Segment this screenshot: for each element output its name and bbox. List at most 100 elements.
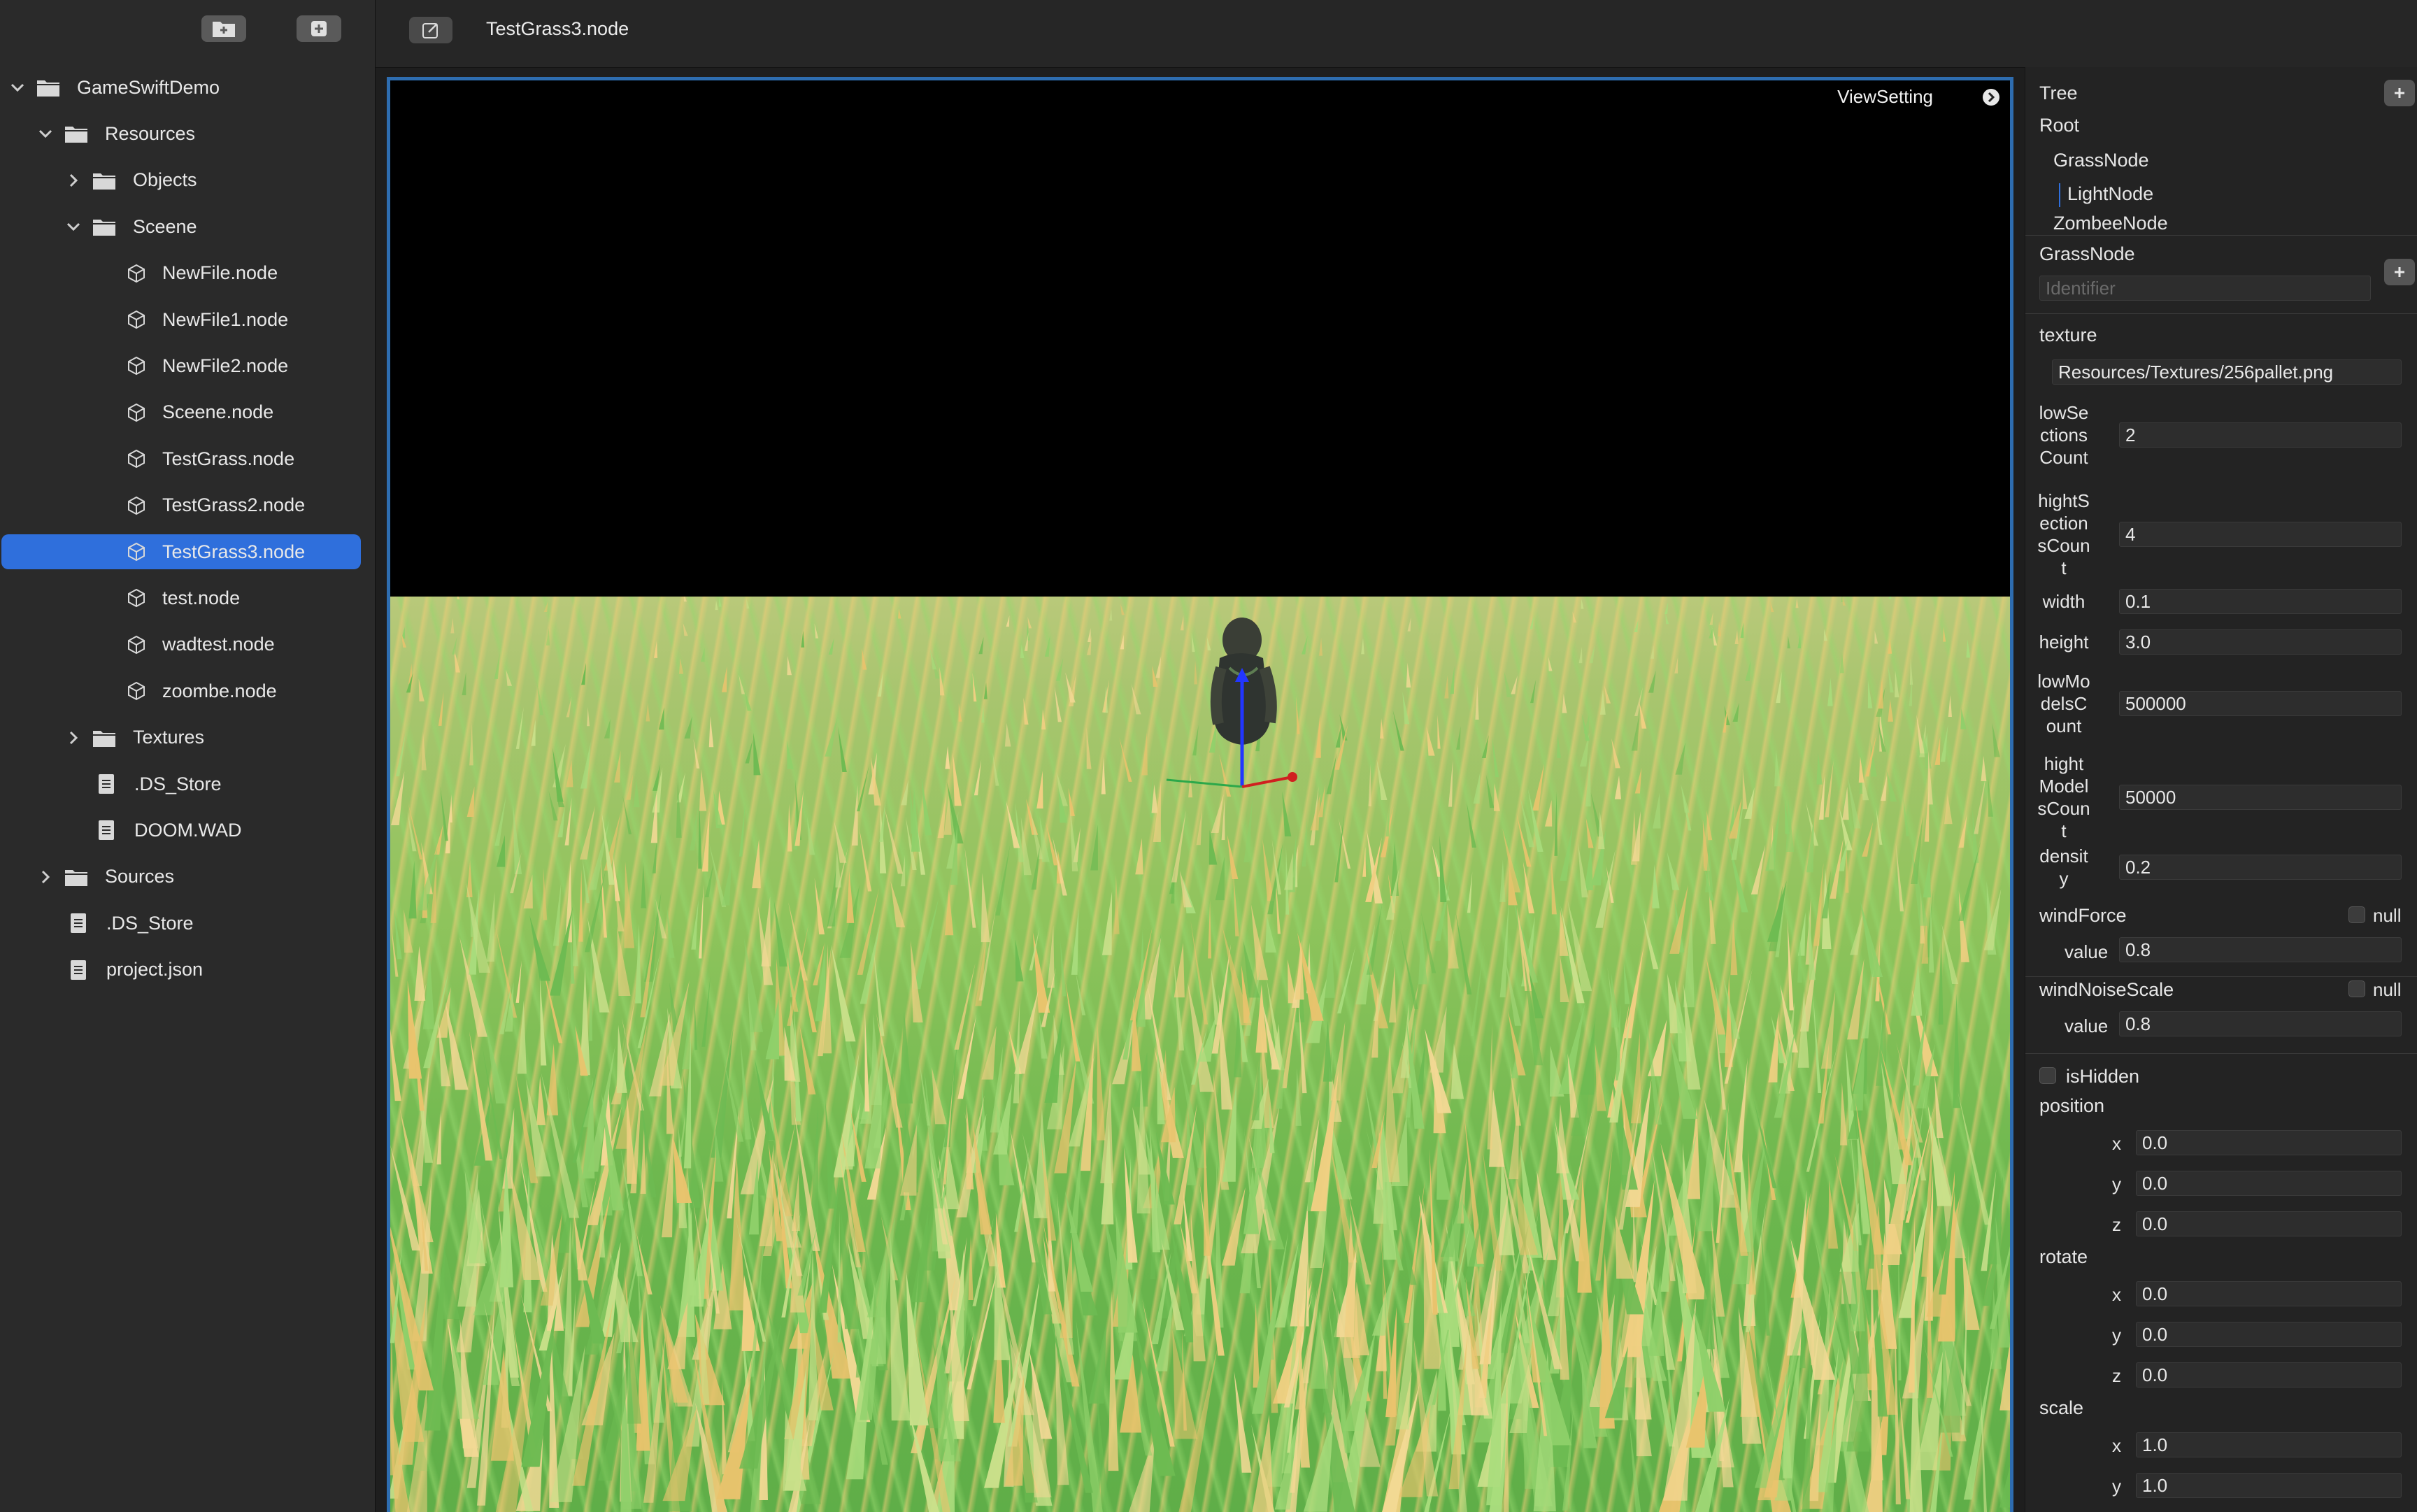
scale-label: scale	[2039, 1397, 2084, 1418]
chevron-down-icon[interactable]	[36, 124, 55, 143]
add-component-button[interactable]	[2384, 259, 2415, 285]
view-setting-control[interactable]: ViewSetting	[1837, 86, 2000, 108]
rotate-x-field[interactable]: 0.0	[2136, 1281, 2402, 1306]
grass-blade	[1055, 657, 1064, 681]
grass-blade	[1842, 597, 1846, 606]
chevron-right-icon[interactable]	[64, 729, 83, 747]
sidebar-file-row[interactable]: wadtest.node	[0, 627, 371, 662]
new-folder-button[interactable]	[201, 15, 246, 42]
identifier-field[interactable]: Identifier	[2039, 276, 2371, 301]
tree-node-grassnode[interactable]: GrassNode	[2053, 150, 2149, 171]
sidebar-item-label: NewFile.node	[162, 262, 278, 284]
grass-blade	[1963, 1347, 1995, 1500]
prop-value-field[interactable]: 500000	[2119, 691, 2402, 716]
chevron-down-icon[interactable]	[8, 78, 27, 97]
scale-x-field[interactable]: 1.0	[2136, 1432, 2402, 1457]
sidebar-folder-row[interactable]: Objects	[0, 163, 371, 198]
grass-blade	[587, 707, 590, 727]
grass-blade	[1774, 749, 1781, 787]
wind-force-value-field[interactable]: 0.8	[2119, 937, 2402, 962]
prop-value-field[interactable]: 0.1	[2119, 589, 2402, 614]
sidebar-file-row[interactable]: zoombe.node	[0, 673, 371, 708]
grass-blade	[1847, 776, 1861, 829]
sidebar-item-label: TestGrass.node	[162, 448, 295, 469]
grass-blade	[1060, 940, 1067, 997]
rotate-y-field[interactable]: 0.0	[2136, 1322, 2402, 1347]
axis-label-z: z	[2112, 1365, 2121, 1386]
grass-blade	[1334, 814, 1345, 883]
sidebar-folder-row[interactable]: Sources	[0, 860, 371, 894]
document-title: TestGrass3.node	[486, 18, 629, 39]
prop-value-field[interactable]: 4	[2119, 522, 2402, 547]
grass-blade	[1648, 670, 1656, 693]
grass-blade	[1595, 1145, 1613, 1281]
grass-blade	[1444, 675, 1449, 699]
prop-value-field[interactable]: 0.2	[2119, 855, 2402, 880]
sidebar-file-row[interactable]: TestGrass3.node	[0, 534, 371, 569]
sidebar-file-row[interactable]: TestGrass2.node	[0, 488, 371, 523]
tree-node-zombeenode[interactable]: ZombeeNode	[2053, 213, 2168, 234]
wind-force-null-checkbox[interactable]	[2348, 906, 2365, 923]
position-x-field[interactable]: 0.0	[2136, 1130, 2402, 1155]
sidebar-file-row[interactable]: test.node	[0, 580, 371, 615]
add-file-button[interactable]	[297, 15, 341, 42]
grass-blade	[1234, 1370, 1252, 1473]
prop-value-field[interactable]: 3.0	[2119, 629, 2402, 655]
grass-blade	[1562, 694, 1567, 713]
edit-button[interactable]	[409, 17, 452, 43]
grass-blade	[683, 597, 687, 602]
sidebar-file-row[interactable]: TestGrass.node	[0, 441, 371, 476]
position-label: position	[2039, 1095, 2105, 1116]
scene-viewport[interactable]: ViewSetting	[387, 77, 2013, 1512]
prop-value-field[interactable]: 50000	[2119, 785, 2402, 810]
grass-blade	[640, 918, 657, 1018]
tree-root[interactable]: Root	[2039, 115, 2079, 136]
grass-blade	[1560, 955, 1569, 1002]
sidebar-folder-row[interactable]: Sceene	[0, 209, 371, 244]
sidebar-file-row[interactable]: NewFile.node	[0, 256, 371, 291]
sidebar-file-row[interactable]: project.json	[0, 953, 371, 987]
wind-noise-null-checkbox[interactable]	[2348, 980, 2365, 997]
grass-blade	[1532, 764, 1544, 811]
sidebar-file-row[interactable]: NewFile1.node	[0, 302, 371, 337]
rotate-z-field[interactable]: 0.0	[2136, 1362, 2402, 1388]
grass-blade	[1400, 1003, 1409, 1078]
sidebar-folder-row[interactable]: Resources	[0, 116, 371, 151]
chevron-down-icon[interactable]	[64, 217, 83, 236]
sidebar-file-row[interactable]: NewFile2.node	[0, 348, 371, 383]
position-y-field[interactable]: 0.0	[2136, 1171, 2402, 1196]
scale-y-field[interactable]: 1.0	[2136, 1473, 2402, 1498]
wind-noise-value-field[interactable]: 0.8	[2119, 1011, 2402, 1036]
grass-blade	[1767, 880, 1787, 942]
sidebar-file-row[interactable]: .DS_Store	[0, 906, 371, 941]
grass-blade	[752, 839, 761, 889]
sidebar-file-row[interactable]: DOOM.WAD	[0, 813, 371, 848]
grass-blade	[1473, 771, 1481, 804]
grass-blade	[678, 657, 684, 674]
grass-blade	[626, 774, 634, 800]
sidebar-folder-row[interactable]: GameSwiftDemo	[0, 70, 371, 105]
tree-node-lightnode[interactable]: LightNode	[2067, 183, 2153, 205]
sidebar-folder-row[interactable]: Textures	[0, 720, 371, 755]
node-cube-icon	[126, 263, 147, 284]
texture-field[interactable]: Resources/Textures/256pallet.png	[2052, 359, 2402, 385]
sidebar-file-row[interactable]: Sceene.node	[0, 395, 371, 430]
grass-blade	[1174, 943, 1185, 998]
grass-blade	[661, 1121, 674, 1238]
grass-blade	[1530, 679, 1537, 704]
chevron-right-circle-icon[interactable]	[1982, 88, 2000, 106]
grass-blade	[1088, 627, 1091, 643]
grass-blade	[1953, 993, 1961, 1108]
grass-blade	[646, 702, 650, 722]
grass-blade	[1585, 818, 1594, 848]
grass-blade	[1718, 621, 1721, 636]
sidebar-file-row[interactable]: .DS_Store	[0, 766, 371, 801]
prop-value-field[interactable]: 2	[2119, 422, 2402, 448]
add-node-button[interactable]	[2384, 80, 2415, 106]
chevron-right-icon[interactable]	[36, 868, 55, 886]
chevron-right-icon[interactable]	[64, 171, 83, 190]
is-hidden-checkbox[interactable]	[2039, 1067, 2056, 1084]
grass-blade	[1447, 903, 1459, 969]
grass-blade	[1120, 634, 1124, 650]
position-z-field[interactable]: 0.0	[2136, 1211, 2402, 1236]
